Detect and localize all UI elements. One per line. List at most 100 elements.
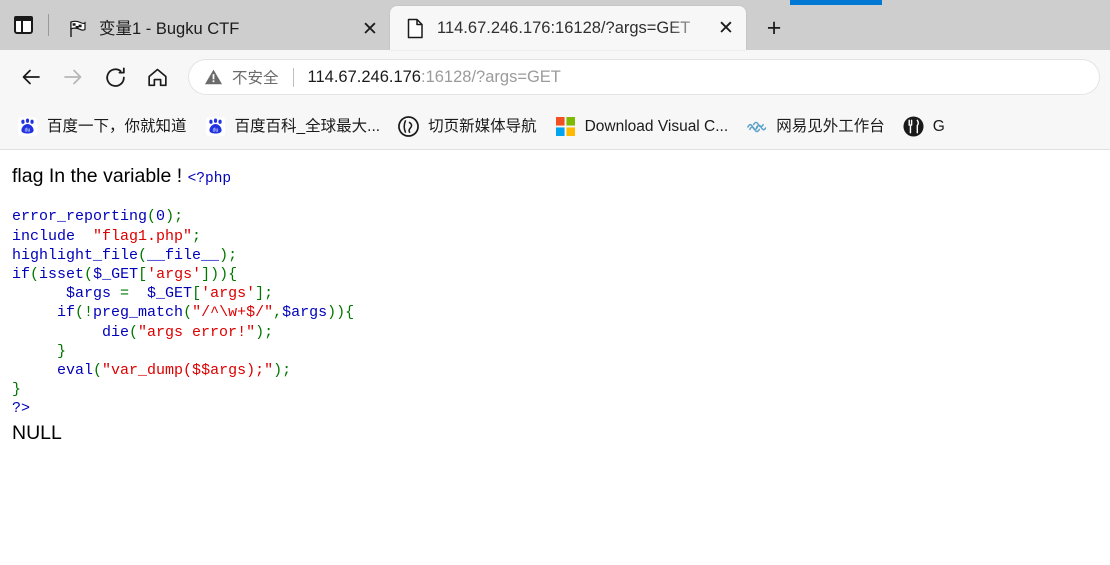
code-line: $args = $_GET['args'];: [12, 284, 1110, 303]
tab-0[interactable]: 变量1 - Bugku CTF ✕: [52, 8, 390, 50]
code-line: highlight_file(__file__);: [12, 246, 1110, 265]
code-line: if(!preg_match("/^\w+$/",$args)){: [12, 303, 1110, 322]
code-token: $args: [66, 285, 112, 303]
warning-triangle-icon[interactable]: [204, 68, 223, 86]
page-heading-text: flag In the variable !: [12, 165, 183, 187]
bookmark-label: Download Visual C...: [584, 118, 729, 135]
tab-list-glyph-icon: [13, 16, 33, 34]
code-token: }: [57, 342, 67, 360]
tab-1[interactable]: 114.67.246.176:16128/?args=GET ✕: [390, 6, 746, 50]
bookmark-label: 网易见外工作台: [776, 118, 885, 135]
home-icon[interactable]: [136, 56, 178, 98]
bookmark-item-5[interactable]: G: [894, 111, 954, 143]
svg-text:du: du: [25, 128, 31, 134]
code-token: "args error!": [138, 323, 256, 341]
url-host: 114.67.246.176: [307, 67, 421, 86]
baidu-paw-icon: du: [17, 116, 38, 137]
page-content: flag In the variable ! <?php error_repor…: [0, 150, 1110, 565]
code-token: 0: [156, 208, 166, 226]
code-line: error_reporting(0);: [12, 207, 1110, 226]
code-token: [: [138, 265, 148, 283]
code-token: (: [30, 265, 40, 283]
code-token: if: [12, 265, 31, 283]
code-line: include "flag1.php";: [12, 227, 1110, 246]
code-token: "flag1.php": [84, 227, 193, 245]
code-token: preg_match: [93, 304, 184, 322]
tab-close-button[interactable]: ✕: [356, 15, 384, 43]
omnibox-divider: [292, 67, 294, 87]
code-token: eval: [57, 361, 94, 379]
address-bar[interactable]: 不安全 114.67.246.176:16128/?args=GET: [188, 59, 1100, 95]
bookmark-label: 百度一下，你就知道: [47, 118, 187, 135]
tabstrip-divider: [48, 14, 49, 36]
code-token: $args: [282, 304, 328, 322]
tab-title: 变量1 - Bugku CTF: [99, 20, 240, 38]
code-token: highlight_file: [12, 246, 139, 264]
code-token: }: [12, 381, 22, 399]
code-token: (: [93, 361, 103, 379]
code-token: =: [111, 285, 139, 303]
bookmark-item-3[interactable]: Download Visual C...: [546, 111, 738, 143]
url-path: :16128/?args=GET: [421, 67, 561, 86]
code-token: isset: [39, 265, 85, 283]
code-line: if(isset($_GET['args'])){: [12, 265, 1110, 284]
window-accent-strip: [790, 0, 882, 5]
code-token: error_reporting: [12, 208, 148, 226]
back-button[interactable]: [10, 56, 52, 98]
tab-close-button[interactable]: ✕: [712, 14, 740, 42]
code-line: die("args error!");: [12, 323, 1110, 342]
code-token: [: [192, 285, 202, 303]
code-token: (: [147, 208, 157, 226]
code-token: );: [273, 361, 292, 379]
code-token: __file__: [147, 246, 220, 264]
tab-list-icon[interactable]: [0, 0, 46, 50]
code-token: (: [84, 265, 94, 283]
qieye-circle-icon: [398, 116, 419, 137]
tab-strip: 变量1 - Bugku CTF ✕ 114.67.246.176:16128/?…: [0, 0, 1110, 50]
fork-circle-icon: [903, 116, 924, 137]
code-line: }: [12, 380, 1110, 399]
new-tab-button[interactable]: +: [756, 10, 792, 46]
code-token: 'args': [201, 285, 256, 303]
code-token: );: [165, 208, 184, 226]
navigation-toolbar: 不安全 114.67.246.176:16128/?args=GET: [0, 50, 1110, 104]
php-open-tag: <?php: [187, 171, 232, 187]
bookmarks-bar: du 百度一下，你就知道 du 百度百科_全球最大... 切页新媒体导航 Dow…: [0, 104, 1110, 150]
code-token: "/^\w+$/": [192, 304, 274, 322]
code-token: ])){: [201, 265, 238, 283]
code-token: ;: [192, 227, 202, 245]
svg-text:du: du: [212, 128, 218, 134]
code-token: ];: [255, 285, 274, 303]
tab-title: 114.67.246.176:16128/?args=GET: [437, 19, 691, 37]
bookmark-item-2[interactable]: 切页新媒体导航: [389, 111, 546, 143]
forward-button[interactable]: [52, 56, 94, 98]
microsoft-logo-icon: [555, 116, 576, 137]
bookmark-item-1[interactable]: du 百度百科_全球最大...: [196, 111, 390, 143]
code-token: (: [183, 304, 193, 322]
code-token: );: [255, 323, 274, 341]
code-token: (: [129, 323, 139, 341]
php-source-code: error_reporting(0); include "flag1.php"; h…: [0, 189, 1110, 399]
code-token: die: [102, 323, 130, 341]
netease-wave-icon: [746, 116, 767, 137]
var-dump-output: NULL: [12, 421, 62, 444]
code-token: "var_dump($$args);": [102, 361, 274, 379]
bookmark-item-0[interactable]: du 百度一下，你就知道: [8, 111, 196, 143]
code-token: ,: [273, 304, 283, 322]
document-page-icon: [404, 17, 426, 39]
code-token: $_GET: [93, 265, 139, 283]
code-token: if: [57, 304, 76, 322]
code-token: 'args': [147, 265, 202, 283]
code-token: );: [219, 246, 238, 264]
checkered-flag-icon: [66, 18, 88, 40]
page-heading: flag In the variable ! <?php: [0, 150, 1110, 189]
bookmark-item-4[interactable]: 网易见外工作台: [737, 111, 894, 143]
security-status-label: 不安全: [232, 70, 279, 87]
bookmark-label: 切页新媒体导航: [428, 118, 537, 135]
url-text: 114.67.246.176:16128/?args=GET: [308, 68, 561, 87]
baidu-paw-icon: du: [205, 116, 226, 137]
code-token: (!: [75, 304, 94, 322]
bookmark-label: G: [932, 118, 945, 135]
php-close-tag: ?>: [12, 400, 31, 418]
reload-icon[interactable]: [94, 56, 136, 98]
